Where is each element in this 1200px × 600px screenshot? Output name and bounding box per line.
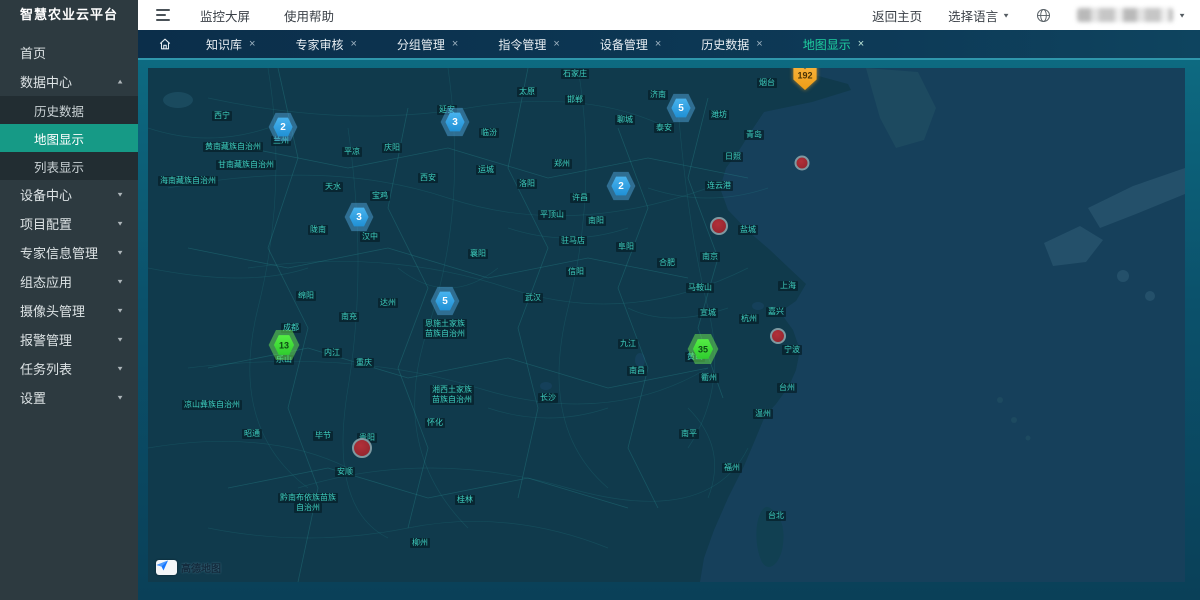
main-area: 监控大屏 使用帮助 返回主页 选择语言 ▼ ▼: [138, 0, 1200, 600]
chevron-down-icon: ▼: [116, 278, 124, 285]
user-name-redacted: [1077, 8, 1173, 22]
map-cluster-marker[interactable]: 3: [344, 202, 374, 232]
map-cluster-marker[interactable]: 3: [440, 107, 470, 137]
tab-label: 知识库: [206, 36, 242, 53]
sidebar-item[interactable]: 设置 ▼: [0, 383, 138, 412]
map-canvas: [148, 68, 1185, 582]
taiwan-shape: [756, 507, 783, 567]
map-cluster-marker[interactable]: 5: [666, 93, 696, 123]
tab[interactable]: 设备管理 ×: [582, 30, 683, 58]
japan-shape: [1088, 168, 1185, 228]
tab-close-icon[interactable]: ×: [756, 38, 762, 50]
sidebar-item-label: 报警管理: [20, 330, 72, 349]
content-area: 西宁兰州黄南藏族自治州甘南藏族自治州海南藏族自治州天水平凉庆阳延安临汾运城西安宝…: [138, 58, 1200, 600]
tab-active[interactable]: 地图显示 ×: [785, 30, 886, 58]
tab-label: 分组管理: [397, 36, 445, 53]
tab[interactable]: 历史数据 ×: [683, 30, 784, 58]
sidebar-item-label: 设置: [20, 388, 46, 407]
map-dot-marker[interactable]: [770, 328, 786, 344]
amap-logo-icon: [156, 560, 177, 575]
map-cluster-marker[interactable]: 2: [606, 171, 636, 201]
tab-label: 地图显示: [803, 36, 851, 53]
tab-label: 指令管理: [498, 36, 546, 53]
app-window: 智慧农业云平台 首页数据中心▲历史数据地图显示列表显示设备中心▼项目配置▼专家信…: [0, 0, 1200, 600]
sidebar-item-label: 首页: [20, 43, 46, 62]
sidebar-item-label: 任务列表: [20, 359, 72, 378]
map-cluster-marker[interactable]: 13: [268, 329, 300, 361]
sidebar-item[interactable]: 项目配置 ▼: [0, 209, 138, 238]
korea-shape: [866, 68, 936, 148]
topbar: 监控大屏 使用帮助 返回主页 选择语言 ▼ ▼: [138, 0, 1200, 30]
sidebar-item[interactable]: 摄像头管理 ▼: [0, 296, 138, 325]
sidebar-item[interactable]: 数据中心 ▲: [0, 67, 138, 96]
tab[interactable]: 指令管理 ×: [480, 30, 581, 58]
tab-label: 专家审核: [295, 36, 343, 53]
sidebar-nav: 首页数据中心▲历史数据地图显示列表显示设备中心▼项目配置▼专家信息管理▼组态应用…: [0, 30, 138, 412]
app-title: 智慧农业云平台: [0, 0, 138, 30]
sidebar-item[interactable]: 任务列表 ▼: [0, 354, 138, 383]
sidebar-subitem[interactable]: 列表显示: [0, 152, 138, 180]
return-home-link[interactable]: 返回主页: [872, 6, 922, 25]
map-attribution: 高德地图: [156, 560, 221, 575]
tab-label: 历史数据: [701, 36, 749, 53]
map-pin-marker[interactable]: 192: [792, 68, 819, 91]
tab-close-icon[interactable]: ×: [858, 38, 864, 50]
japan-shape: [1044, 226, 1103, 266]
chevron-up-icon: ▲: [116, 78, 124, 85]
language-label: 选择语言: [948, 6, 998, 25]
chevron-down-icon: ▼: [1178, 11, 1186, 18]
tab-close-icon[interactable]: ×: [655, 38, 661, 50]
home-tab-icon[interactable]: [158, 37, 172, 51]
globe-icon[interactable]: [1036, 8, 1051, 23]
chevron-down-icon: ▼: [116, 191, 124, 198]
tab[interactable]: 分组管理 ×: [379, 30, 480, 58]
tab-close-icon[interactable]: ×: [249, 38, 255, 50]
tab[interactable]: 专家审核 ×: [277, 30, 378, 58]
chevron-down-icon: ▼: [116, 220, 124, 227]
sidebar-item-label: 组态应用: [20, 272, 72, 291]
tab-close-icon[interactable]: ×: [452, 38, 458, 50]
sidebar-item[interactable]: 专家信息管理 ▼: [0, 238, 138, 267]
topbar-link[interactable]: 使用帮助: [284, 6, 334, 25]
sidebar-item-label: 项目配置: [20, 214, 72, 233]
sidebar-item[interactable]: 设备中心 ▼: [0, 180, 138, 209]
sidebar: 智慧农业云平台 首页数据中心▲历史数据地图显示列表显示设备中心▼项目配置▼专家信…: [0, 0, 138, 600]
chevron-down-icon: ▼: [116, 307, 124, 314]
user-menu[interactable]: ▼: [1077, 8, 1186, 22]
sidebar-item-label: 摄像头管理: [20, 301, 85, 320]
tab-close-icon[interactable]: ×: [350, 38, 356, 50]
map-display[interactable]: 西宁兰州黄南藏族自治州甘南藏族自治州海南藏族自治州天水平凉庆阳延安临汾运城西安宝…: [148, 68, 1185, 582]
chevron-down-icon: ▼: [116, 249, 124, 256]
chevron-down-icon: ▼: [116, 336, 124, 343]
sidebar-subitem[interactable]: 历史数据: [0, 96, 138, 124]
map-cluster-marker[interactable]: 2: [268, 112, 298, 142]
tab-bar: 知识库 × 专家审核 × 分组管理 × 指令管理 × 设备管理 × 历史数据 × 地图显示 ×: [138, 30, 1200, 58]
tab-close-icon[interactable]: ×: [553, 38, 559, 50]
pin-count: 192: [797, 70, 812, 80]
sidebar-item-label: 数据中心: [20, 72, 72, 91]
map-dot-marker[interactable]: [710, 217, 728, 235]
sidebar-item-label: 专家信息管理: [20, 243, 98, 262]
sidebar-item-label: 设备中心: [20, 185, 72, 204]
map-attribution-text: 高德地图: [181, 560, 221, 575]
chevron-down-icon: ▼: [116, 394, 124, 401]
map-cluster-marker[interactable]: 5: [430, 286, 460, 316]
topbar-link[interactable]: 监控大屏: [200, 6, 250, 25]
map-cluster-marker[interactable]: 35: [687, 333, 719, 365]
sidebar-item[interactable]: 首页: [0, 38, 138, 67]
chevron-down-icon: ▼: [1002, 11, 1010, 18]
chevron-down-icon: ▼: [116, 365, 124, 372]
map-dot-marker[interactable]: [352, 438, 372, 458]
sidebar-item[interactable]: 组态应用 ▼: [0, 267, 138, 296]
tab[interactable]: 知识库 ×: [188, 30, 277, 58]
sidebar-submenu: 历史数据地图显示列表显示: [0, 96, 138, 180]
collapse-menu-icon[interactable]: [156, 9, 170, 21]
sidebar-item[interactable]: 报警管理 ▼: [0, 325, 138, 354]
sidebar-subitem-active[interactable]: 地图显示: [0, 124, 138, 152]
language-select[interactable]: 选择语言 ▼: [948, 6, 1010, 25]
mainland-shape: [148, 68, 851, 582]
map-dot-marker[interactable]: [795, 156, 810, 171]
tab-label: 设备管理: [600, 36, 648, 53]
